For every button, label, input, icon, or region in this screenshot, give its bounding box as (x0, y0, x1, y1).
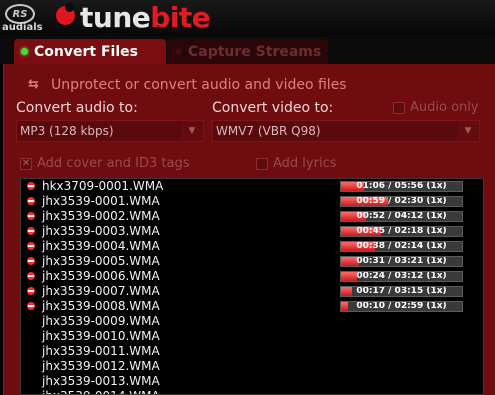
stop-icon[interactable] (27, 212, 35, 220)
active-indicator-icon (21, 48, 28, 55)
file-name: jhx3539-0003.WMA (42, 224, 160, 238)
unprotect-icon: ⇆ (28, 77, 39, 92)
file-row[interactable]: jhx3539-0013.WMA (21, 374, 483, 389)
add-cover-label: Add cover and ID3 tags (37, 156, 190, 171)
progress-text: 00:52 / 04:12 (1x) (356, 211, 447, 221)
tab-convert-files[interactable]: Convert Files (14, 39, 166, 64)
audio-format-label: Convert audio to: (16, 100, 138, 116)
file-name: jhx3539-0007.WMA (42, 284, 160, 298)
add-cover-checkbox[interactable]: ✕ Add cover and ID3 tags (20, 156, 190, 171)
progress-text: 00:31 / 03:21 (1x) (356, 256, 447, 266)
video-format-select[interactable]: WMV7 (VBR Q98) ▼ (212, 120, 480, 142)
file-name: jhx3539-0004.WMA (42, 239, 160, 253)
file-name: jhx3539-0012.WMA (42, 359, 160, 373)
progress-text: 00:38 / 02:14 (1x) (356, 241, 447, 251)
file-row[interactable]: jhx3539-0002.WMA 00:52 / 04:12 (1x) (21, 209, 483, 224)
file-name: jhx3539-0010.WMA (42, 329, 160, 343)
file-name: jhx3539-0009.WMA (42, 314, 160, 328)
chevron-down-icon[interactable]: ▼ (181, 121, 203, 141)
stop-icon[interactable] (27, 197, 35, 205)
file-row[interactable]: jhx3539-0005.WMA 00:31 / 03:21 (1x) (21, 254, 483, 269)
unprotect-label: Unprotect or convert audio and video fil… (51, 77, 347, 93)
checkmark-icon: ✕ (20, 157, 32, 170)
add-lyrics-checkbox[interactable]: Add lyrics (256, 156, 336, 171)
progress-bar: 00:59 / 02:30 (1x) (340, 196, 463, 207)
file-row[interactable]: jhx3539-0003.WMA 00:45 / 02:18 (1x) (21, 224, 483, 239)
file-row[interactable]: jhx3539-0014.WMA (21, 389, 483, 394)
progress-bar: 00:31 / 03:21 (1x) (340, 256, 463, 267)
brand-title: tunebite (80, 1, 211, 34)
app-header: RS audials tunebite (0, 0, 495, 36)
stop-icon[interactable] (27, 302, 35, 310)
video-format-value: WMV7 (VBR Q98) (216, 124, 321, 138)
inactive-indicator-icon (175, 48, 182, 55)
progress-bar: 00:24 / 03:12 (1x) (340, 271, 463, 282)
audio-format-value: MP3 (128 kbps) (20, 124, 114, 138)
stop-icon[interactable] (27, 257, 35, 265)
tab-capture-streams[interactable]: Capture Streams (167, 39, 328, 64)
audials-logo: RS (5, 4, 35, 24)
unprotect-link[interactable]: ⇆ Unprotect or convert audio and video f… (28, 74, 488, 96)
tab-label: Capture Streams (188, 43, 322, 60)
progress-bar: 00:52 / 04:12 (1x) (340, 211, 463, 222)
add-lyrics-label: Add lyrics (273, 156, 337, 171)
progress-text: 00:10 / 02:59 (1x) (356, 301, 447, 311)
audio-only-label: Audio only (410, 100, 479, 115)
audio-only-checkbox[interactable]: Audio only (393, 100, 479, 115)
file-row[interactable]: jhx3539-0010.WMA (21, 329, 483, 344)
stop-icon[interactable] (27, 272, 35, 280)
file-row[interactable]: jhx3539-0006.WMA 00:24 / 03:12 (1x) (21, 269, 483, 284)
progress-text: 00:17 / 03:15 (1x) (356, 286, 447, 296)
audials-label: audials (2, 22, 43, 33)
convert-panel: ⇆ Unprotect or convert audio and video f… (3, 64, 495, 395)
file-name: jhx3539-0008.WMA (42, 299, 160, 313)
stop-icon[interactable] (27, 287, 35, 295)
file-row[interactable]: jhx3539-0011.WMA (21, 344, 483, 359)
file-row[interactable]: hkx3709-0001.WMA 01:06 / 05:56 (1x) (21, 179, 483, 194)
audio-format-select[interactable]: MP3 (128 kbps) ▼ (16, 120, 204, 142)
file-name: jhx3539-0005.WMA (42, 254, 160, 268)
file-name: jhx3539-0006.WMA (42, 269, 160, 283)
file-name: jhx3539-0001.WMA (42, 194, 160, 208)
file-row[interactable]: jhx3539-0004.WMA 00:38 / 02:14 (1x) (21, 239, 483, 254)
brand-part2: bite (150, 1, 211, 34)
stop-icon[interactable] (27, 182, 35, 190)
video-format-label: Convert video to: (212, 100, 334, 116)
progress-bar: 01:06 / 05:56 (1x) (340, 181, 463, 192)
checkbox-icon (393, 101, 405, 114)
tab-label: Convert Files (34, 43, 138, 60)
file-row[interactable]: jhx3539-0012.WMA (21, 359, 483, 374)
file-row[interactable]: jhx3539-0008.WMA 00:10 / 02:59 (1x) (21, 299, 483, 314)
brand-part1: tune (80, 1, 151, 34)
file-row[interactable]: jhx3539-0007.WMA 00:17 / 03:15 (1x) (21, 284, 483, 299)
file-row[interactable]: jhx3539-0001.WMA 00:59 / 02:30 (1x) (21, 194, 483, 209)
file-list[interactable]: hkx3709-0001.WMA 01:06 / 05:56 (1x) jhx353… (20, 178, 484, 395)
file-name: jhx3539-0011.WMA (42, 344, 160, 358)
file-name: hkx3709-0001.WMA (42, 179, 164, 193)
tab-bar: Convert Files Capture Streams (0, 36, 495, 64)
tunebite-logo-icon (56, 3, 75, 25)
progress-bar: 00:10 / 02:59 (1x) (340, 301, 463, 312)
checkbox-icon (256, 157, 268, 170)
stop-icon[interactable] (27, 227, 35, 235)
progress-text: 00:59 / 02:30 (1x) (356, 196, 447, 206)
progress-text: 00:45 / 02:18 (1x) (356, 226, 447, 236)
file-name: jhx3539-0002.WMA (42, 209, 160, 223)
progress-text: 00:24 / 03:12 (1x) (356, 271, 447, 281)
file-name: jhx3539-0013.WMA (42, 374, 160, 388)
progress-text: 01:06 / 05:56 (1x) (356, 181, 447, 191)
stop-icon[interactable] (27, 242, 35, 250)
progress-bar: 00:45 / 02:18 (1x) (340, 226, 463, 237)
progress-bar: 00:38 / 02:14 (1x) (340, 241, 463, 252)
file-row[interactable]: jhx3539-0009.WMA (21, 314, 483, 329)
file-name: jhx3539-0014.WMA (42, 389, 160, 394)
chevron-down-icon[interactable]: ▼ (457, 121, 479, 141)
progress-bar: 00:17 / 03:15 (1x) (340, 286, 463, 297)
